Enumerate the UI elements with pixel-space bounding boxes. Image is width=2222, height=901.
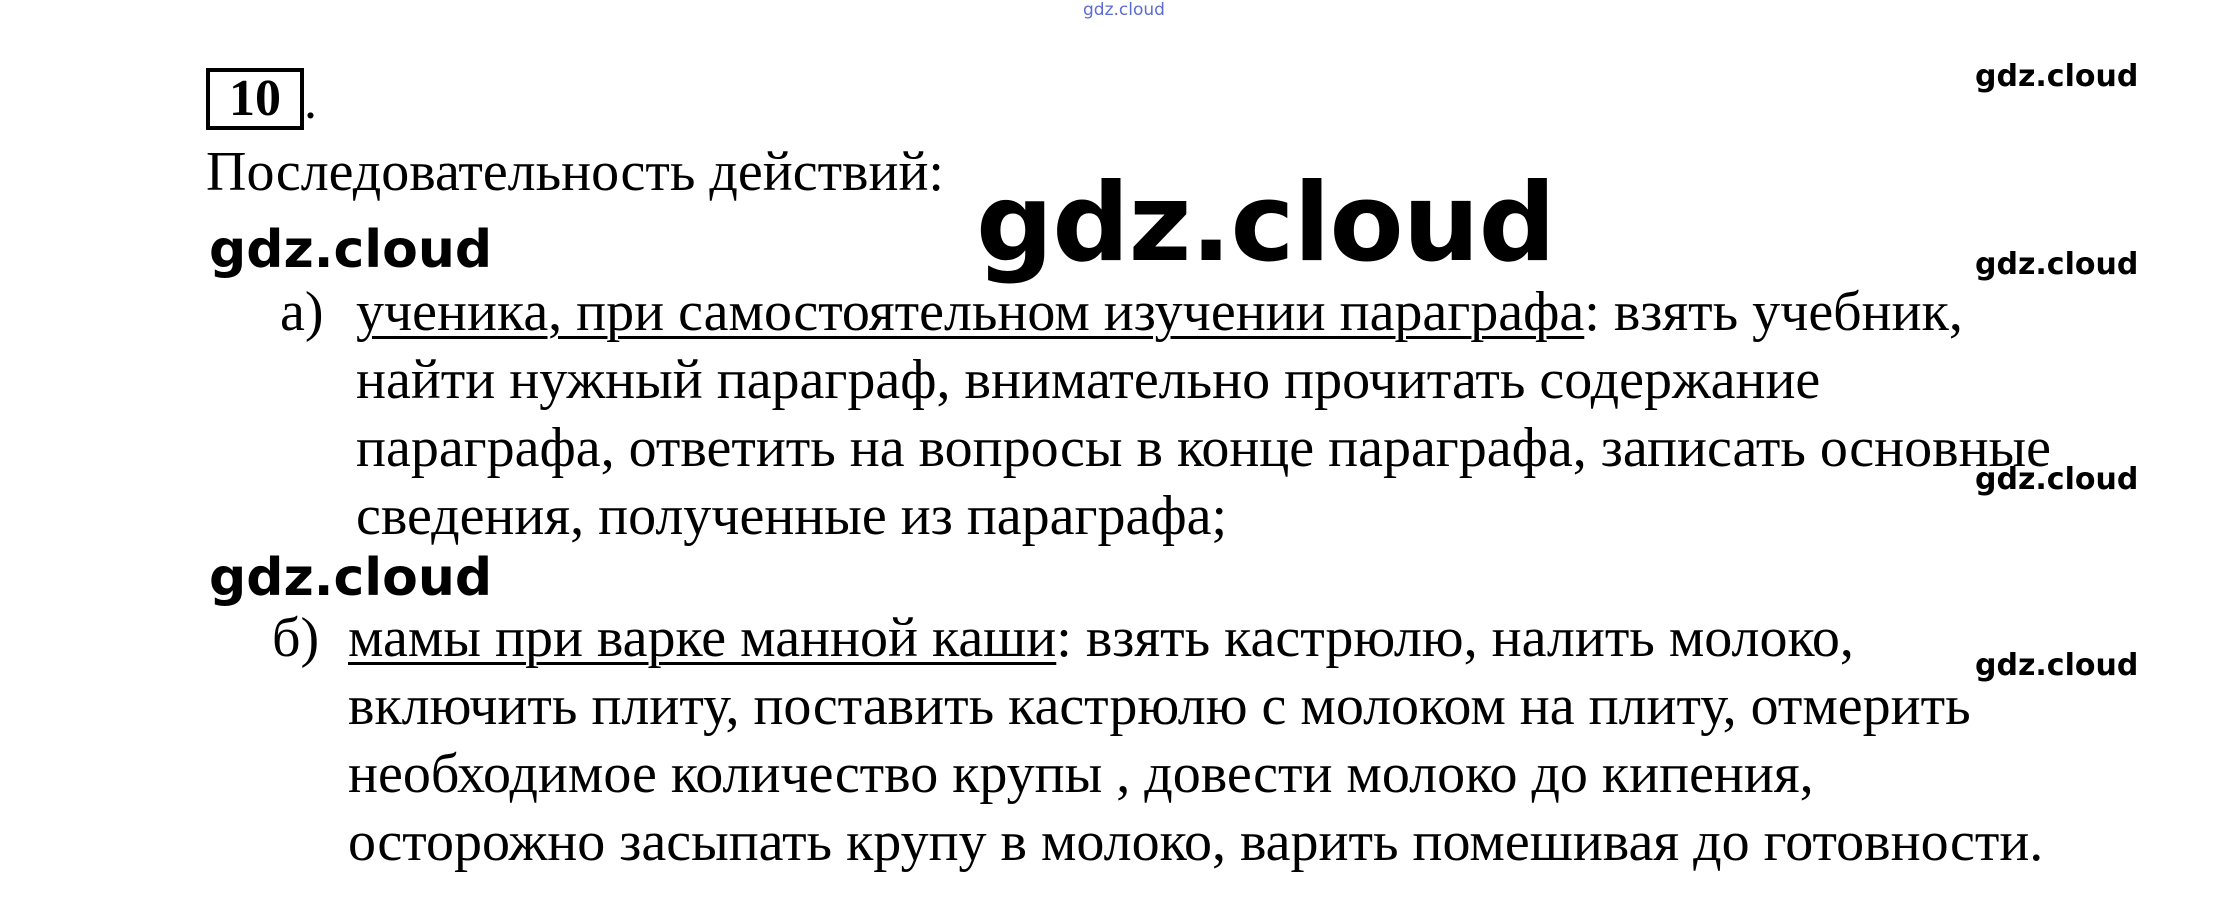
list-item-a-line-2: найти нужный параграф, внимательно прочи…: [356, 349, 1821, 411]
watermark-big: gdz.cloud: [976, 161, 1556, 286]
list-item-b: мамы при варке манной каши: взять кастрю…: [348, 604, 2043, 876]
list-item-a-subject: ученика, при самостоятельном изучении па…: [356, 281, 1585, 343]
list-item-a: ученика, при самостоятельном изучении па…: [356, 278, 2051, 550]
list-item-b-line-2: включить плиту, поставить кастрюлю с мол…: [348, 675, 1971, 737]
list-item-a-line-4: сведения, полученные из параграфа;: [356, 485, 1228, 547]
problem-number: 10: [229, 70, 281, 127]
list-marker-a: а): [280, 281, 324, 343]
list-item-b-line-4: осторожно засыпать крупу в молоко, варит…: [348, 811, 2044, 873]
list-item-a-first-line: : взять учебник,: [1584, 281, 1963, 343]
watermark-right-1: gdz.cloud: [1975, 59, 2139, 94]
problem-number-box: 10: [206, 68, 304, 130]
watermark-right-2: gdz.cloud: [1975, 247, 2139, 282]
watermark-top: gdz.cloud: [1083, 0, 1165, 20]
list-item-b-first-line: : взять кастрюлю, налить молоко,: [1056, 607, 1854, 669]
list-item-b-subject: мамы при варке манной каши: [348, 607, 1057, 669]
problem-number-dot: .: [304, 73, 317, 130]
list-item-b-line-3: необходимое количество крупы , довести м…: [348, 743, 1814, 805]
watermark-left-2: gdz.cloud: [209, 548, 493, 608]
list-item-b-line-1: мамы при варке манной каши: взять кастрю…: [348, 604, 2043, 672]
list-marker-b: б): [272, 607, 320, 669]
list-item-a-line-1: ученика, при самостоятельном изучении па…: [356, 278, 2051, 346]
heading: Последовательность действий:: [206, 141, 944, 203]
watermark-left-1: gdz.cloud: [209, 220, 493, 280]
list-item-a-line-3: параграфа, ответить на вопросы в конце п…: [356, 417, 2052, 479]
